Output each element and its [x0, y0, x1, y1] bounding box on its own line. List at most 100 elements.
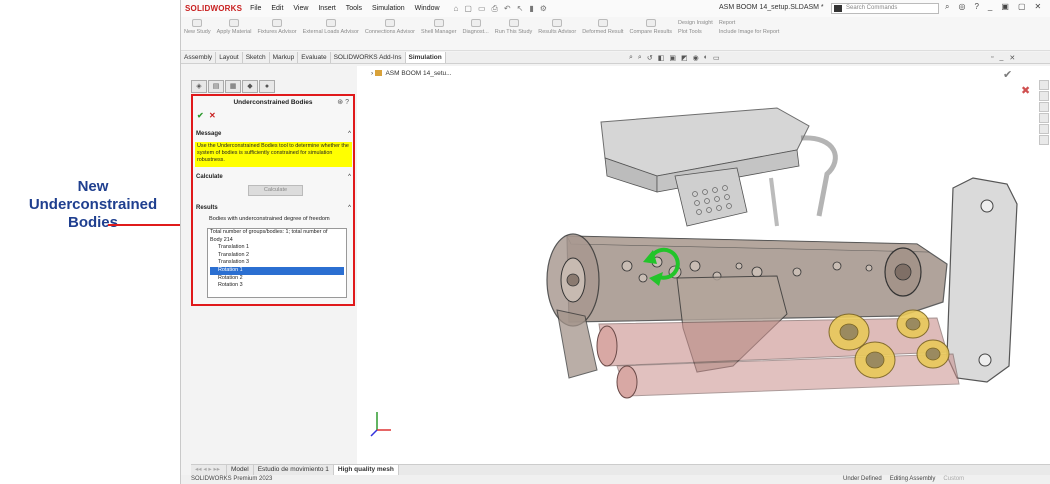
collapse-calculate-icon[interactable]: ^: [348, 174, 351, 180]
list-item[interactable]: Rotation 3: [210, 282, 344, 290]
solidworks-logo[interactable]: SOLIDWORKS: [185, 4, 242, 13]
view-orientation-icon[interactable]: ▣: [669, 54, 676, 62]
collapse-message-icon[interactable]: ^: [348, 131, 351, 137]
calculate-button[interactable]: Calculate: [248, 185, 303, 196]
panel-help-icon[interactable]: ⊛ ?: [337, 98, 349, 106]
select-icon[interactable]: ↖: [517, 4, 524, 14]
run-study-button[interactable]: Run This Study: [492, 17, 536, 50]
confirm-checkmark-icon[interactable]: ✔: [1003, 68, 1012, 81]
report-button[interactable]: Report: [719, 19, 780, 28]
file-explorer-icon[interactable]: [1039, 102, 1049, 112]
fixtures-advisor-button[interactable]: Fixtures Advisor: [254, 17, 299, 50]
scene-icon[interactable]: ▭: [713, 54, 720, 62]
status-units[interactable]: Custom: [943, 475, 964, 484]
hide-show-icon[interactable]: ◉: [693, 54, 699, 62]
graphics-window-controls: ▫ _ ✕: [991, 54, 1015, 62]
design-library-icon[interactable]: [1039, 91, 1049, 101]
solidworks-resources-icon[interactable]: [1039, 80, 1049, 90]
expand-arrow-icon[interactable]: ›: [371, 70, 373, 77]
ok-button[interactable]: ✔: [197, 111, 204, 120]
confirm-cancel-icon[interactable]: ✖: [1021, 84, 1030, 97]
tab-addins[interactable]: SOLIDWORKS Add-Ins: [331, 52, 406, 63]
menu-edit[interactable]: Edit: [271, 5, 283, 12]
list-item[interactable]: Rotation 2: [210, 275, 344, 283]
tab-high-quality-mesh[interactable]: High quality mesh: [333, 465, 399, 475]
minimize-doc-icon[interactable]: _: [999, 54, 1003, 62]
list-item[interactable]: Body 214: [210, 237, 344, 245]
list-item[interactable]: Translation 2: [210, 252, 344, 260]
tab-layout[interactable]: Layout: [216, 52, 243, 63]
zoom-fit-icon[interactable]: ⌕: [629, 54, 633, 62]
previous-view-icon[interactable]: ↺: [647, 54, 653, 62]
user-icon[interactable]: ◎: [958, 2, 965, 12]
display-manager-icon[interactable]: ●: [259, 80, 275, 93]
menu-insert[interactable]: Insert: [318, 5, 336, 12]
results-advisor-button[interactable]: Results Advisor: [535, 17, 579, 50]
apply-material-button[interactable]: Apply Material: [214, 17, 255, 50]
tile-icon[interactable]: ▫: [991, 54, 993, 62]
print-icon[interactable]: ⎙: [492, 4, 498, 14]
deformed-result-button[interactable]: Deformed Result: [579, 17, 626, 50]
message-section-header[interactable]: Message ^: [194, 131, 354, 137]
menu-view[interactable]: View: [293, 5, 308, 12]
new-study-button[interactable]: New Study: [181, 17, 214, 50]
featuremanager-icon[interactable]: ◈: [191, 80, 207, 93]
tab-simulation[interactable]: Simulation: [405, 52, 446, 63]
list-item[interactable]: Total number of groups/bodies: 1; total …: [210, 229, 344, 237]
maximize-icon[interactable]: ▢: [1018, 2, 1026, 12]
close-doc-icon[interactable]: ✕: [1009, 54, 1015, 62]
tab-evaluate[interactable]: Evaluate: [298, 52, 331, 63]
restore-icon[interactable]: ▣: [1001, 2, 1009, 12]
new-icon[interactable]: ▢: [464, 4, 472, 14]
feature-tree-flyout[interactable]: › ASM BOOM 14_setu...: [371, 70, 452, 77]
tab-navigation-arrows[interactable]: ◂◂ ◂ ▸ ▸▸: [191, 465, 227, 475]
menu-file[interactable]: File: [250, 5, 261, 12]
calculate-section-header[interactable]: Calculate ^: [194, 174, 354, 180]
close-icon[interactable]: ✕: [1035, 2, 1042, 12]
results-list[interactable]: Total number of groups/bodies: 1; total …: [207, 228, 347, 298]
shell-manager-button[interactable]: Shell Manager: [418, 17, 459, 50]
view-palette-icon[interactable]: [1039, 113, 1049, 123]
tab-assembly[interactable]: Assembly: [181, 52, 217, 63]
results-label: Bodies with underconstrained degree of f…: [209, 216, 330, 222]
section-view-icon[interactable]: ◧: [658, 54, 665, 62]
include-image-button[interactable]: Include Image for Report: [719, 28, 780, 37]
dimxpert-icon[interactable]: ◆: [242, 80, 258, 93]
collapse-results-icon[interactable]: ^: [348, 205, 351, 211]
custom-properties-icon[interactable]: [1039, 135, 1049, 145]
results-section-header[interactable]: Results ^: [194, 205, 354, 211]
graphics-area[interactable]: [357, 66, 1050, 464]
list-item[interactable]: Translation 3: [210, 259, 344, 267]
undo-icon[interactable]: ↶: [504, 4, 511, 14]
open-icon[interactable]: ▭: [478, 4, 486, 14]
diagnostics-button[interactable]: Diagnost...: [459, 17, 491, 50]
list-item[interactable]: Translation 1: [210, 244, 344, 252]
menu-window[interactable]: Window: [415, 5, 440, 12]
tab-model[interactable]: Model: [227, 465, 254, 475]
compare-results-button[interactable]: Compare Results: [626, 17, 675, 50]
help-icon[interactable]: ?: [974, 2, 978, 12]
design-insight-button[interactable]: Design Insight: [678, 19, 713, 28]
menu-simulation[interactable]: Simulation: [372, 5, 405, 12]
menu-tools[interactable]: Tools: [346, 5, 362, 12]
search-commands-input[interactable]: Search Commands: [831, 3, 939, 14]
plot-tools-button[interactable]: Plot Tools: [678, 28, 713, 37]
appearances-icon[interactable]: [1039, 124, 1049, 134]
display-style-icon[interactable]: ◩: [681, 54, 688, 62]
appearance-icon[interactable]: ◐: [704, 54, 708, 62]
tab-sketch[interactable]: Sketch: [243, 52, 270, 63]
cancel-button[interactable]: ✕: [209, 111, 216, 120]
minimize-icon[interactable]: _: [988, 2, 992, 12]
zoom-area-icon[interactable]: ⌕: [638, 54, 642, 62]
external-loads-button[interactable]: External Loads Advisor: [300, 17, 362, 50]
configurationmanager-icon[interactable]: ▦: [225, 80, 241, 93]
home-icon[interactable]: ⌂: [454, 4, 459, 14]
connections-advisor-button[interactable]: Connections Advisor: [362, 17, 418, 50]
list-item-selected[interactable]: Rotation 1: [210, 266, 344, 275]
tab-markup[interactable]: Markup: [270, 52, 299, 63]
tab-motion-study[interactable]: Estudio de movimiento 1: [254, 465, 334, 475]
options-icon[interactable]: ⚙: [540, 4, 547, 14]
search-icon[interactable]: ⌕: [945, 2, 949, 12]
rebuild-icon[interactable]: ▮: [529, 4, 533, 14]
propertymanager-icon[interactable]: ▤: [208, 80, 224, 93]
